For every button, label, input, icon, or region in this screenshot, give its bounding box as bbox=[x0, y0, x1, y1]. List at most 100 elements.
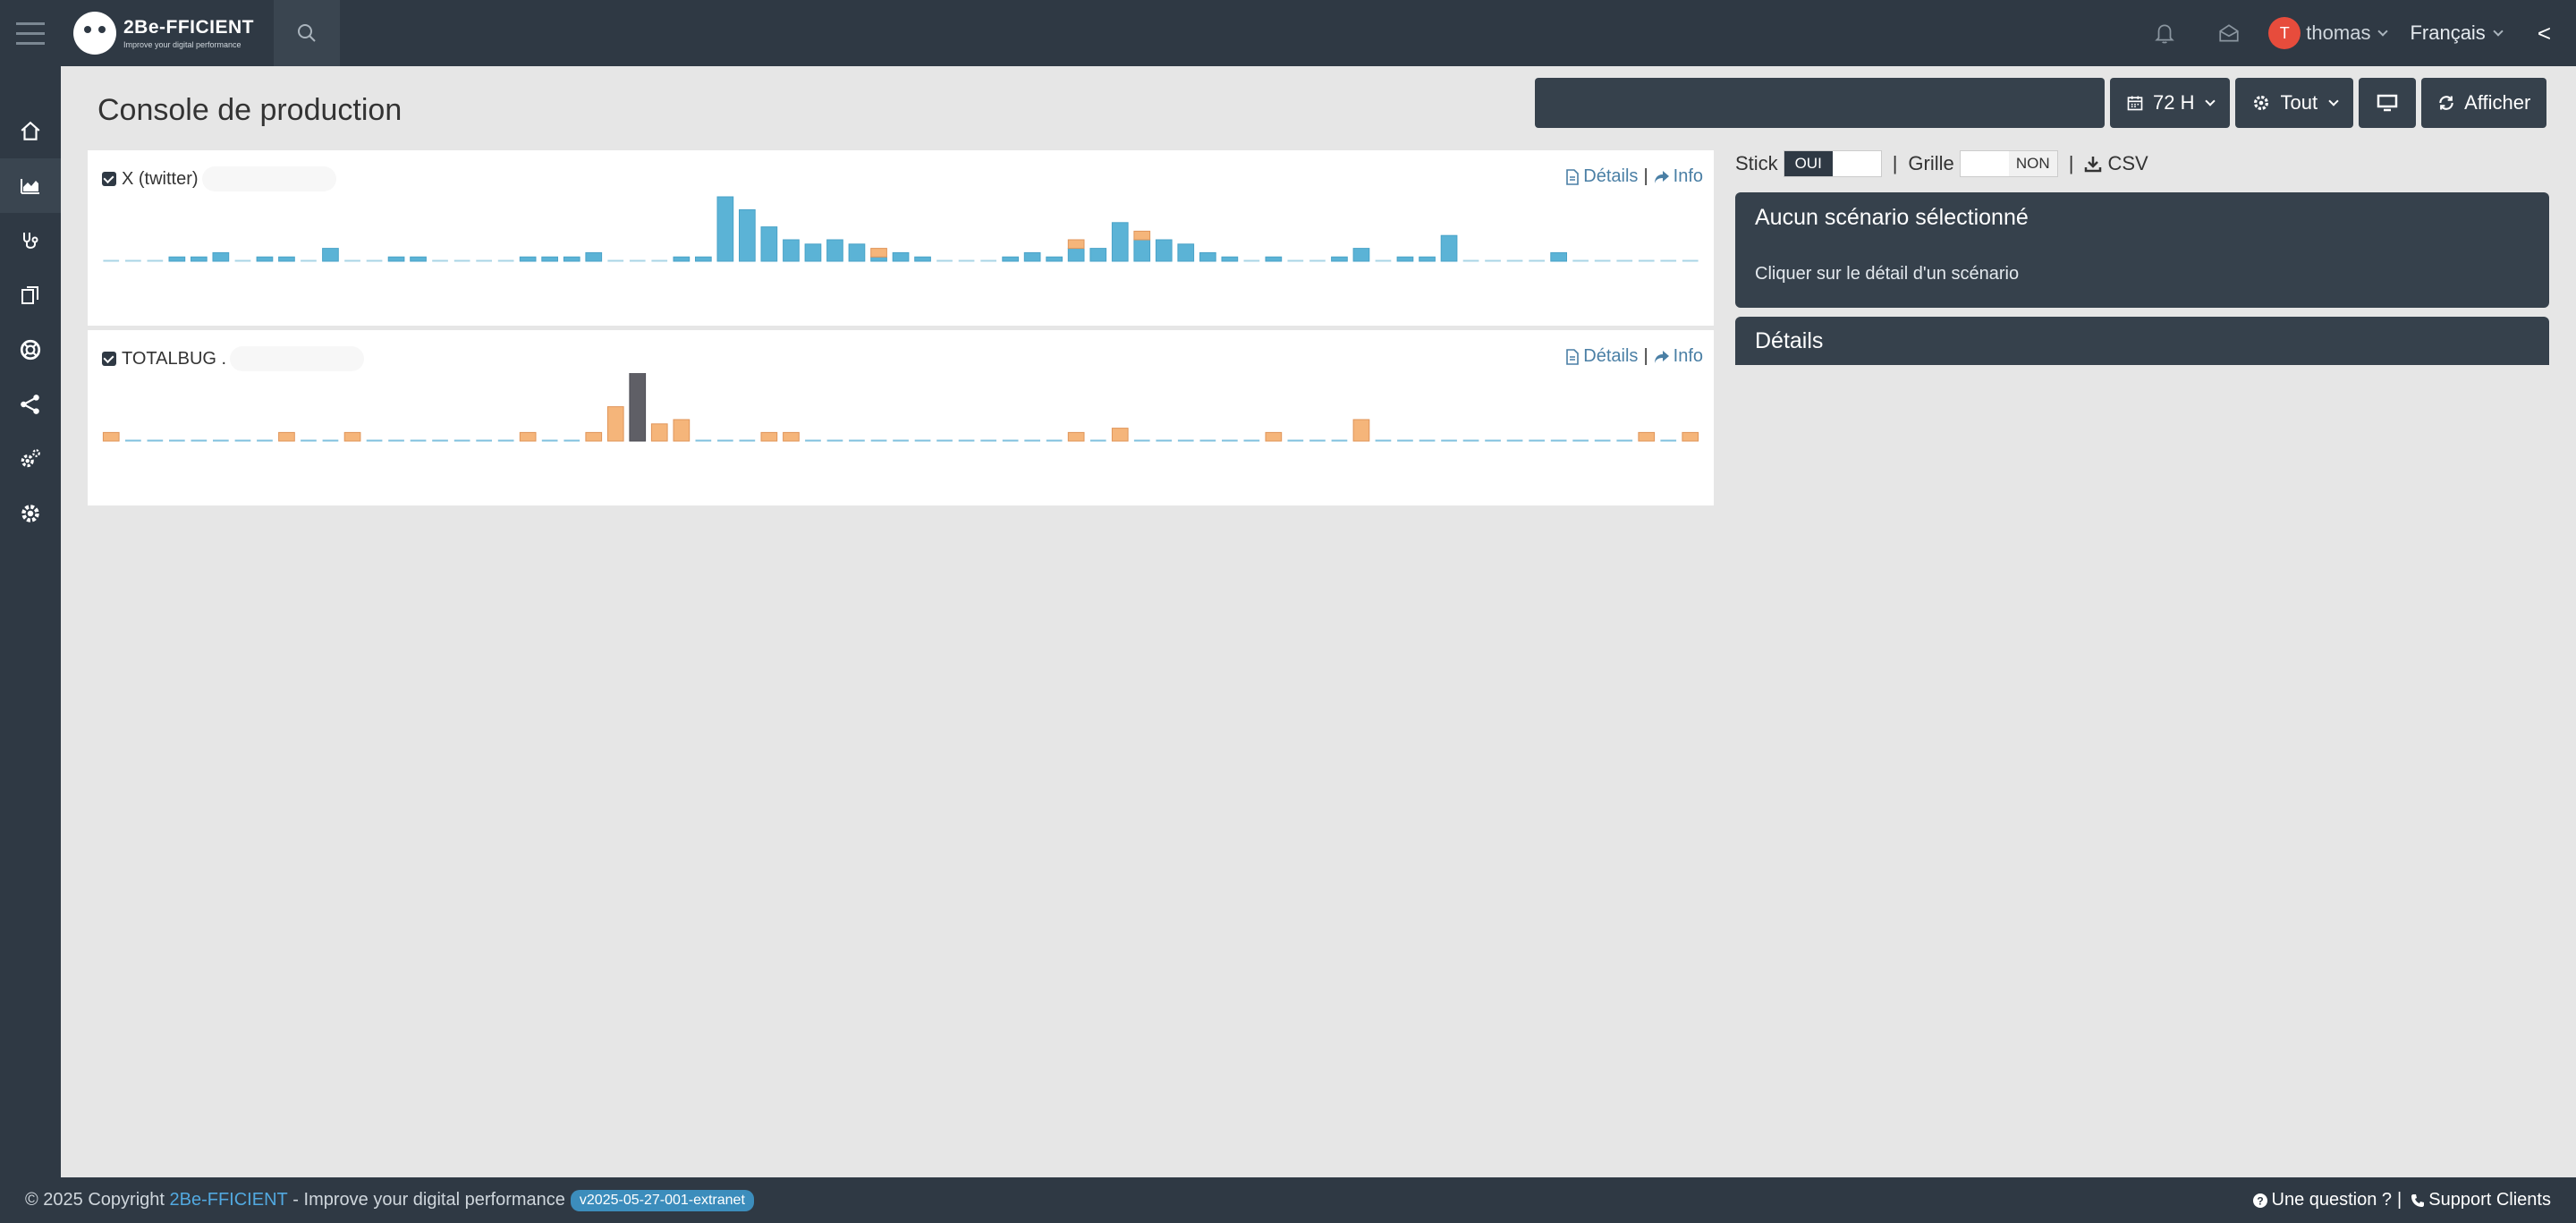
support-link[interactable]: Support Clients bbox=[2428, 1190, 2551, 1210]
chart-bar-empty[interactable] bbox=[301, 259, 317, 262]
chart-bar-empty[interactable] bbox=[695, 439, 712, 442]
chart-bar-empty[interactable] bbox=[914, 439, 931, 442]
chart-bar-ok[interactable] bbox=[1177, 243, 1195, 262]
user-menu[interactable]: T thomas bbox=[2268, 17, 2389, 49]
chart-bar-ok[interactable] bbox=[541, 256, 558, 262]
chart-bar-empty[interactable] bbox=[344, 259, 360, 262]
chart-bar-ok[interactable] bbox=[804, 243, 822, 262]
chart-bar-warning[interactable] bbox=[102, 431, 120, 442]
chart-bar-ok[interactable] bbox=[1440, 234, 1458, 262]
chart-bar-ok[interactable] bbox=[1419, 256, 1436, 262]
chart-bar-empty[interactable] bbox=[1485, 259, 1501, 262]
chart-bar-warning[interactable] bbox=[1682, 431, 1699, 442]
chart-bar-empty[interactable] bbox=[1529, 259, 1545, 262]
chart-bar-ok[interactable] bbox=[914, 256, 931, 262]
chart-bar-ok[interactable] bbox=[892, 251, 910, 262]
chart-bar-empty[interactable] bbox=[1550, 439, 1567, 442]
chart-bar-ok[interactable] bbox=[212, 251, 230, 262]
chart-bar-ok[interactable] bbox=[783, 239, 800, 262]
display-mode-button[interactable] bbox=[2359, 78, 2417, 128]
chart-bar-ok[interactable] bbox=[1046, 256, 1063, 262]
chart-bar-empty[interactable] bbox=[1375, 259, 1392, 262]
checkbox-icon[interactable] bbox=[102, 352, 116, 366]
period-dropdown[interactable]: 72 H bbox=[2110, 78, 2231, 128]
chart-bar-ok[interactable] bbox=[1396, 256, 1414, 262]
chart-bar-empty[interactable] bbox=[893, 439, 909, 442]
chart-bar-empty[interactable] bbox=[607, 259, 624, 262]
chart-bar-ok[interactable] bbox=[1111, 222, 1129, 262]
chart-bar-ok[interactable] bbox=[563, 256, 580, 262]
chart-bar-ok[interactable] bbox=[1265, 256, 1283, 262]
chart-bar-empty[interactable] bbox=[870, 439, 887, 442]
sidebar-item-reports[interactable] bbox=[0, 268, 61, 322]
chart-bar-empty[interactable] bbox=[936, 259, 953, 262]
chart-bar-empty[interactable] bbox=[1287, 439, 1304, 442]
chart-bar-empty[interactable] bbox=[1419, 439, 1436, 442]
chart-bar-empty[interactable] bbox=[453, 439, 470, 442]
chart-bar-empty[interactable] bbox=[1222, 439, 1238, 442]
chart-bar-ok[interactable] bbox=[256, 256, 274, 262]
show-button[interactable]: Afficher bbox=[2421, 78, 2547, 128]
chart-bar-empty[interactable] bbox=[541, 439, 558, 442]
chart-bar-empty[interactable] bbox=[1309, 259, 1326, 262]
chart-bar-ok[interactable] bbox=[1089, 248, 1107, 262]
chart-bar-empty[interactable] bbox=[1441, 439, 1457, 442]
chart-bar-empty[interactable] bbox=[497, 259, 514, 262]
stick-off-option[interactable] bbox=[1832, 151, 1881, 176]
chart-bar-empty[interactable] bbox=[564, 439, 580, 442]
chart-bar-empty[interactable] bbox=[1199, 439, 1216, 442]
chart-bar-empty[interactable] bbox=[651, 259, 668, 262]
chart-bar-ok[interactable] bbox=[191, 256, 208, 262]
info-link[interactable]: Info bbox=[1674, 166, 1703, 187]
chart-bar-empty[interactable] bbox=[1331, 439, 1348, 442]
chart-bar-empty[interactable] bbox=[1594, 439, 1611, 442]
chart-bar-empty[interactable] bbox=[629, 259, 646, 262]
menu-toggle-button[interactable] bbox=[0, 0, 61, 66]
chart-bar-ok[interactable] bbox=[826, 239, 843, 262]
chart-bar-empty[interactable] bbox=[1156, 439, 1173, 442]
chart-bar-ok[interactable] bbox=[739, 208, 756, 262]
chart-bar-empty[interactable] bbox=[1397, 439, 1413, 442]
chart-bar-empty[interactable] bbox=[476, 259, 492, 262]
details-link[interactable]: Détails bbox=[1583, 166, 1638, 187]
chart-bar-empty[interactable] bbox=[1506, 439, 1523, 442]
chart-bar-ok[interactable] bbox=[519, 256, 537, 262]
brand-link[interactable]: 2Be-FFICIENT bbox=[170, 1190, 288, 1210]
chart-bar-ok[interactable] bbox=[1155, 239, 1173, 262]
info-link[interactable]: Info bbox=[1674, 346, 1703, 367]
sidebar-item-support[interactable] bbox=[0, 322, 61, 377]
chart-bar-empty[interactable] bbox=[826, 439, 843, 442]
chart-bar-empty[interactable] bbox=[1616, 439, 1633, 442]
chart-bar-empty[interactable] bbox=[388, 439, 404, 442]
brand-logo[interactable]: 2Be-FFICIENT Improve your digital perfor… bbox=[61, 0, 274, 66]
grid-toggle[interactable]: NON bbox=[1959, 150, 2058, 177]
chart-bar-empty[interactable] bbox=[805, 439, 821, 442]
grid-off-option[interactable]: NON bbox=[2008, 151, 2057, 176]
chart-bar-empty[interactable] bbox=[257, 439, 273, 442]
checkbox-icon[interactable] bbox=[102, 172, 116, 186]
chart-bar-ok[interactable] bbox=[760, 226, 778, 262]
chart-bar-empty[interactable] bbox=[191, 439, 208, 442]
chart-bar-empty[interactable] bbox=[1462, 259, 1479, 262]
chart-bar-ok[interactable] bbox=[1221, 256, 1239, 262]
question-link[interactable]: Une question ? bbox=[2272, 1190, 2393, 1210]
csv-export-link[interactable]: CSV bbox=[2084, 152, 2148, 175]
chart-bar-empty[interactable] bbox=[125, 439, 141, 442]
chart-bar-empty[interactable] bbox=[432, 439, 448, 442]
chart-bar-ok[interactable] bbox=[673, 256, 691, 262]
chart-bar-empty[interactable] bbox=[301, 439, 317, 442]
messages-button[interactable] bbox=[2197, 0, 2261, 66]
chart-bar-warning[interactable] bbox=[673, 419, 691, 442]
chart-bar-ok[interactable] bbox=[870, 256, 887, 262]
chart-bar-ok[interactable] bbox=[1550, 251, 1568, 262]
chart-bar-empty[interactable] bbox=[147, 259, 164, 262]
chart-bar-empty[interactable] bbox=[453, 259, 470, 262]
chart-bar-warning[interactable] bbox=[650, 423, 668, 442]
details-link[interactable]: Détails bbox=[1583, 346, 1638, 367]
chart-bar-empty[interactable] bbox=[936, 439, 953, 442]
chart-bar-ok[interactable] bbox=[1002, 256, 1019, 262]
chart-bar-empty[interactable] bbox=[1133, 439, 1150, 442]
chart-bar-empty[interactable] bbox=[125, 259, 141, 262]
chart-bar-ok[interactable] bbox=[1133, 239, 1151, 262]
chart-bar-empty[interactable] bbox=[1243, 439, 1260, 442]
